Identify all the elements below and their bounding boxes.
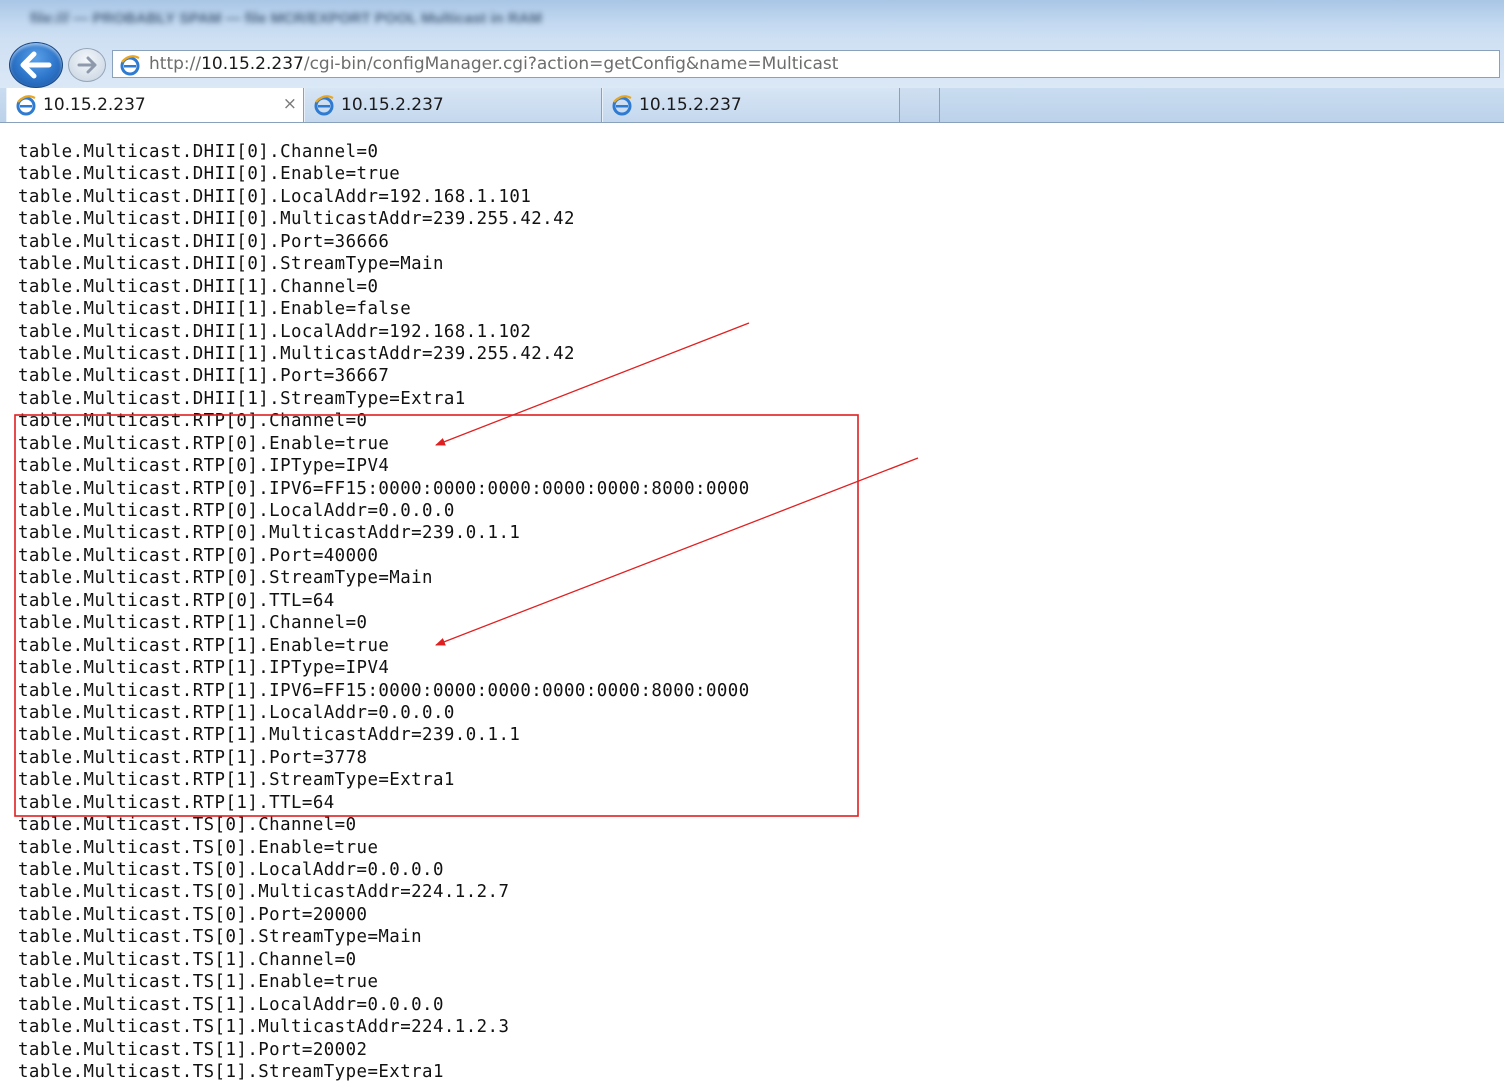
config-line: table.Multicast.RTP[0].Channel=0 (18, 411, 368, 432)
config-line: table.Multicast.RTP[1].Port=3778 (18, 747, 368, 768)
back-button[interactable] (9, 42, 63, 88)
config-line: table.Multicast.RTP[0].Enable=true (18, 433, 390, 454)
window-title: file:/// — PROBABLY SPAM — file MCR/EXPO… (30, 10, 542, 27)
page-content: table.Multicast.DHII[0].Channel=0 table.M… (0, 123, 1504, 1086)
address-path: /cgi-bin/configManager.cgi?action=getCon… (303, 54, 839, 74)
config-output: table.Multicast.DHII[0].Channel=0 table.M… (18, 141, 750, 1083)
config-line: table.Multicast.TS[0].Port=20000 (18, 904, 368, 925)
config-line: table.Multicast.TS[0].Enable=true (18, 837, 379, 858)
config-line: table.Multicast.TS[1].LocalAddr=0.0.0.0 (18, 994, 444, 1015)
new-tab-button[interactable] (900, 88, 940, 122)
navigation-bar: http://10.15.2.237/cgi-bin/configManager… (0, 40, 1504, 88)
config-line: table.Multicast.TS[0].LocalAddr=0.0.0.0 (18, 860, 444, 880)
config-line: table.Multicast.RTP[0].IPV6=FF15:0000:00… (18, 478, 750, 499)
back-arrow-icon (20, 51, 52, 79)
tab-3[interactable]: 10.15.2.237 (602, 88, 900, 122)
tab-2-label: 10.15.2.237 (341, 95, 444, 115)
tab-strip: 10.15.2.237 × 10.15.2.237 10.15.2.237 (0, 88, 1504, 123)
config-line: table.Multicast.TS[1].Enable=true (18, 972, 379, 993)
ie-page-icon (120, 55, 140, 76)
config-line: table.Multicast.DHII[0].MulticastAddr=23… (18, 209, 575, 230)
config-line: table.Multicast.DHII[0].Port=36666 (18, 231, 390, 252)
config-line: table.Multicast.RTP[1].IPType=IPV4 (18, 658, 390, 679)
config-line: table.Multicast.DHII[0].Channel=0 (18, 142, 379, 162)
config-line: table.Multicast.RTP[0].TTL=64 (18, 590, 335, 611)
address-bar[interactable]: http://10.15.2.237/cgi-bin/configManager… (112, 50, 1500, 78)
config-line: table.Multicast.RTP[0].LocalAddr=0.0.0.0 (18, 501, 455, 521)
window-titlebar: file:/// — PROBABLY SPAM — file MCR/EXPO… (0, 0, 1504, 40)
tab-3-label: 10.15.2.237 (639, 95, 742, 115)
config-line: table.Multicast.DHII[1].Port=36667 (18, 366, 390, 387)
address-host: 10.15.2.237 (201, 54, 304, 74)
ie-page-icon (314, 95, 334, 116)
config-line: table.Multicast.RTP[1].StreamType=Extra1 (18, 770, 455, 791)
address-url[interactable]: http://10.15.2.237/cgi-bin/configManager… (149, 54, 838, 74)
config-line: table.Multicast.DHII[1].StreamType=Extra… (18, 388, 466, 409)
config-line: table.Multicast.TS[1].MulticastAddr=224.… (18, 1017, 510, 1038)
config-line: table.Multicast.DHII[0].Enable=true (18, 164, 401, 185)
ie-page-icon (16, 95, 36, 116)
ie-page-icon (612, 95, 632, 116)
config-line: table.Multicast.TS[0].StreamType=Main (18, 927, 423, 948)
config-line: table.Multicast.RTP[1].Channel=0 (18, 613, 368, 634)
config-line: table.Multicast.DHII[0].LocalAddr=192.16… (18, 186, 532, 207)
config-line: table.Multicast.RTP[1].LocalAddr=0.0.0.0 (18, 702, 455, 723)
config-line: table.Multicast.TS[1].StreamType=Extra1 (18, 1061, 444, 1082)
config-line: table.Multicast.TS[1].Port=20002 (18, 1039, 368, 1060)
config-line: table.Multicast.DHII[1].Channel=0 (18, 276, 379, 297)
forward-arrow-icon (77, 56, 97, 74)
config-line: table.Multicast.RTP[1].TTL=64 (18, 792, 335, 813)
config-line: table.Multicast.DHII[1].Enable=false (18, 299, 412, 320)
config-line: table.Multicast.RTP[0].IPType=IPV4 (18, 456, 390, 477)
config-line: table.Multicast.RTP[1].IPV6=FF15:0000:00… (18, 680, 750, 701)
config-line: table.Multicast.RTP[0].Port=40000 (18, 545, 379, 566)
tab-1-label: 10.15.2.237 (43, 95, 146, 115)
tab-1[interactable]: 10.15.2.237 × (6, 88, 304, 122)
config-line: table.Multicast.TS[1].Channel=0 (18, 949, 357, 970)
config-line: table.Multicast.DHII[0].StreamType=Main (18, 254, 444, 275)
tab-2[interactable]: 10.15.2.237 (304, 88, 602, 122)
config-line: table.Multicast.DHII[1].LocalAddr=192.16… (18, 321, 532, 342)
config-line: table.Multicast.RTP[0].StreamType=Main (18, 568, 433, 589)
address-prefix: http:// (149, 54, 202, 74)
forward-button[interactable] (68, 48, 106, 82)
config-line: table.Multicast.RTP[0].MulticastAddr=239… (18, 523, 521, 544)
config-line: table.Multicast.RTP[1].Enable=true (18, 635, 390, 656)
config-line: table.Multicast.DHII[1].MulticastAddr=23… (18, 343, 575, 364)
config-line: table.Multicast.TS[0].MulticastAddr=224.… (18, 882, 510, 903)
tab-close-icon[interactable]: × (283, 93, 297, 115)
config-line: table.Multicast.RTP[1].MulticastAddr=239… (18, 725, 521, 746)
config-line: table.Multicast.TS[0].Channel=0 (18, 815, 357, 836)
